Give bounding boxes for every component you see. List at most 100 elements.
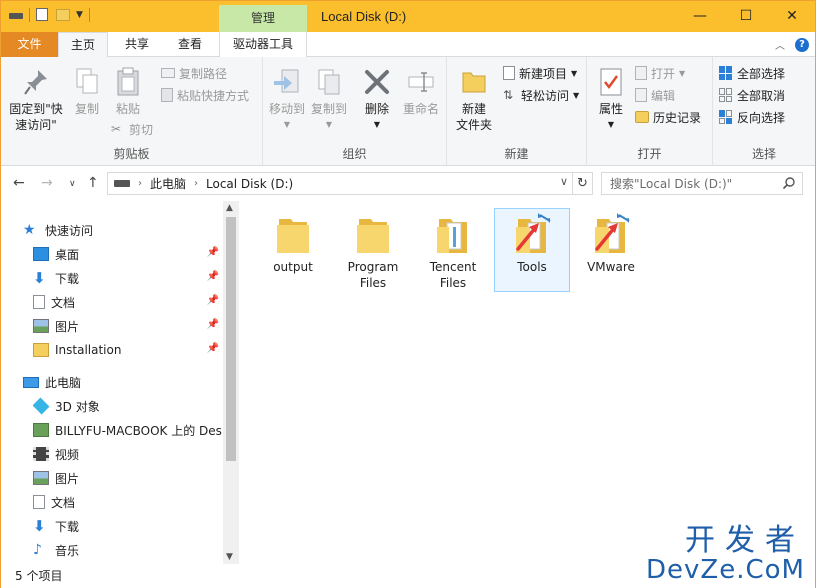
pin-icon[interactable]: 📌 bbox=[207, 295, 219, 306]
breadcrumb-chevron-icon[interactable]: › bbox=[194, 178, 198, 189]
pin-icon[interactable]: 📌 bbox=[207, 247, 219, 258]
manage-context-tab[interactable]: 管理 bbox=[219, 5, 307, 32]
scroll-down-icon[interactable]: ▼ bbox=[226, 552, 233, 562]
new-folder-icon bbox=[462, 72, 486, 93]
refresh-icon[interactable]: ↻ bbox=[573, 172, 593, 195]
organize-group: 移动到 ▼ 复制到 ▼ 删除 ▼ 重命名 组织 bbox=[263, 57, 447, 166]
properties-button[interactable]: 属性 ▼ bbox=[591, 67, 631, 133]
chevron-up-icon[interactable]: ︿ bbox=[775, 37, 785, 52]
nav-item-label: 桌面 bbox=[55, 247, 80, 262]
nav-item-videos[interactable]: 视频 bbox=[33, 443, 223, 465]
nav-quick-access[interactable]: ★ 快速访问 bbox=[23, 219, 245, 241]
pin-icon[interactable]: 📌 bbox=[207, 319, 219, 330]
easy-access-dropdown-icon: ▼ bbox=[573, 90, 580, 100]
back-arrow-icon[interactable]: ← bbox=[13, 175, 25, 191]
new-folder-button[interactable]: 新建 文件夹 bbox=[451, 67, 497, 133]
pin-quick-access-button[interactable]: 固定到"快 速访问" bbox=[5, 67, 67, 133]
nav-item-downloads[interactable]: ⬇ 下载 📌 bbox=[33, 267, 223, 289]
picture-icon bbox=[33, 319, 49, 333]
maximize-button[interactable]: ☐ bbox=[723, 1, 769, 32]
select-none-button[interactable]: 全部取消 bbox=[719, 85, 785, 105]
new-group-label: 新建 bbox=[504, 147, 529, 161]
ribbon-right-controls: ︿ ? bbox=[775, 37, 809, 52]
cut-button[interactable]: ✂ 剪切 bbox=[111, 119, 153, 139]
scroll-up-icon[interactable]: ▲ bbox=[226, 203, 233, 213]
file-name: VMware bbox=[587, 260, 635, 274]
edit-button[interactable]: 编辑 bbox=[635, 85, 675, 105]
nav-pane-scrollbar[interactable]: ▲ ▼ bbox=[223, 201, 239, 564]
copy-to-button[interactable]: 复制到 ▼ bbox=[309, 67, 349, 133]
tab-view[interactable]: 查看 bbox=[165, 32, 215, 57]
copy-button[interactable]: 复制 bbox=[69, 67, 105, 117]
search-input[interactable]: 搜索"Local Disk (D:)" bbox=[601, 172, 803, 195]
move-to-button[interactable]: 移动到 ▼ bbox=[267, 67, 307, 133]
folder-item-tools[interactable]: Tools bbox=[494, 208, 570, 292]
breadcrumb-local-disk[interactable]: Local Disk (D:) bbox=[206, 177, 293, 191]
pin-icon[interactable]: 📌 bbox=[207, 271, 219, 282]
nav-item-documents[interactable]: 文档 📌 bbox=[33, 291, 223, 313]
search-icon[interactable] bbox=[782, 176, 796, 190]
folder-item-program-files[interactable]: Program Files bbox=[335, 209, 411, 293]
history-button[interactable]: 历史记录 bbox=[635, 107, 701, 127]
nav-item-3d-objects[interactable]: 3D 对象 bbox=[33, 395, 223, 417]
watermark-cn: 开发者 bbox=[685, 523, 805, 558]
pin-quick-access-label: 固定到"快 速访问" bbox=[9, 102, 63, 132]
copy-path-button[interactable]: 复制路径 bbox=[161, 63, 227, 83]
search-placeholder: 搜索"Local Disk (D:)" bbox=[610, 177, 733, 191]
pin-icon[interactable]: 📌 bbox=[207, 343, 219, 354]
scissors-icon: ✂ bbox=[111, 122, 122, 136]
tab-file[interactable]: 文件 bbox=[1, 32, 58, 57]
nav-item-pc-downloads[interactable]: ⬇ 下载 bbox=[33, 515, 223, 537]
breadcrumb-this-pc[interactable]: 此电脑 bbox=[150, 175, 186, 192]
forward-arrow-icon[interactable]: → bbox=[41, 175, 53, 191]
recent-locations-chevron-icon[interactable]: ∨ bbox=[69, 179, 76, 189]
properties-check-icon[interactable] bbox=[36, 8, 50, 22]
new-item-button[interactable]: 新建项目 ▼ bbox=[503, 63, 577, 83]
nav-item-desktop[interactable]: 桌面 📌 bbox=[33, 243, 223, 265]
nav-item-label: 图片 bbox=[55, 471, 80, 486]
properties-icon bbox=[600, 68, 622, 96]
close-button[interactable]: ✕ bbox=[769, 1, 815, 32]
tab-share[interactable]: 共享 bbox=[113, 32, 161, 57]
breadcrumb-chevron-icon[interactable]: › bbox=[138, 178, 142, 189]
nav-item-network-share[interactable]: BILLYFU-MACBOOK 上的 Des bbox=[33, 419, 223, 441]
folder-item-output[interactable]: output bbox=[255, 209, 331, 293]
window-title: Local Disk (D:) bbox=[321, 9, 407, 24]
invert-selection-label: 反向选择 bbox=[737, 110, 786, 125]
delete-button[interactable]: 删除 ▼ bbox=[359, 67, 395, 133]
nav-item-pictures[interactable]: 图片 📌 bbox=[33, 315, 223, 337]
nav-item-pc-pictures[interactable]: 图片 bbox=[33, 467, 223, 489]
history-label: 历史记录 bbox=[653, 110, 702, 125]
scroll-thumb[interactable] bbox=[226, 217, 236, 461]
invert-selection-button[interactable]: 反向选择 bbox=[719, 107, 785, 127]
qat-dropdown-icon[interactable]: ▼ bbox=[76, 10, 83, 20]
nav-item-pc-documents[interactable]: 文档 bbox=[33, 491, 223, 513]
tab-drive-tools[interactable]: 驱动器工具 bbox=[219, 32, 307, 57]
tab-home[interactable]: 主页 bbox=[58, 32, 108, 58]
address-bar[interactable]: › 此电脑 › Local Disk (D:) ∨ bbox=[107, 172, 573, 195]
select-none-icon bbox=[719, 88, 733, 102]
new-folder-icon[interactable] bbox=[56, 8, 70, 22]
help-icon[interactable]: ? bbox=[795, 37, 809, 52]
network-drive-icon bbox=[33, 423, 49, 437]
open-button[interactable]: 打开 ▼ bbox=[635, 63, 685, 83]
nav-item-label: 视频 bbox=[55, 447, 80, 462]
address-dropdown-icon[interactable]: ∨ bbox=[560, 175, 568, 188]
minimize-button[interactable]: — bbox=[677, 1, 723, 32]
explorer-window: ▼ 管理 Local Disk (D:) — ☐ ✕ 文件 主页 共享 查看 驱… bbox=[0, 0, 816, 588]
properties-dropdown-icon: ▼ bbox=[607, 120, 615, 129]
select-all-button[interactable]: 全部选择 bbox=[719, 63, 785, 83]
nav-item-installation[interactable]: Installation 📌 bbox=[33, 339, 223, 361]
ribbon-tabs: 文件 主页 共享 查看 驱动器工具 ︿ ? bbox=[1, 32, 815, 58]
folder-item-vmware[interactable]: VMware bbox=[573, 209, 649, 293]
paste-shortcut-button[interactable]: 粘贴快捷方式 bbox=[161, 85, 249, 105]
nav-this-pc[interactable]: 此电脑 bbox=[23, 371, 245, 393]
paste-button[interactable]: 粘贴 bbox=[109, 67, 147, 117]
select-all-label: 全部选择 bbox=[737, 66, 786, 81]
easy-access-button[interactable]: ⇅ 轻松访问 ▼ bbox=[503, 85, 579, 105]
nav-item-music[interactable]: ♪ 音乐 bbox=[33, 539, 223, 561]
rename-button[interactable]: 重命名 bbox=[399, 67, 443, 117]
up-arrow-icon[interactable]: ↑ bbox=[87, 175, 99, 191]
folder-icon bbox=[33, 343, 49, 357]
folder-item-tencent-files[interactable]: Tencent Files bbox=[415, 209, 491, 293]
